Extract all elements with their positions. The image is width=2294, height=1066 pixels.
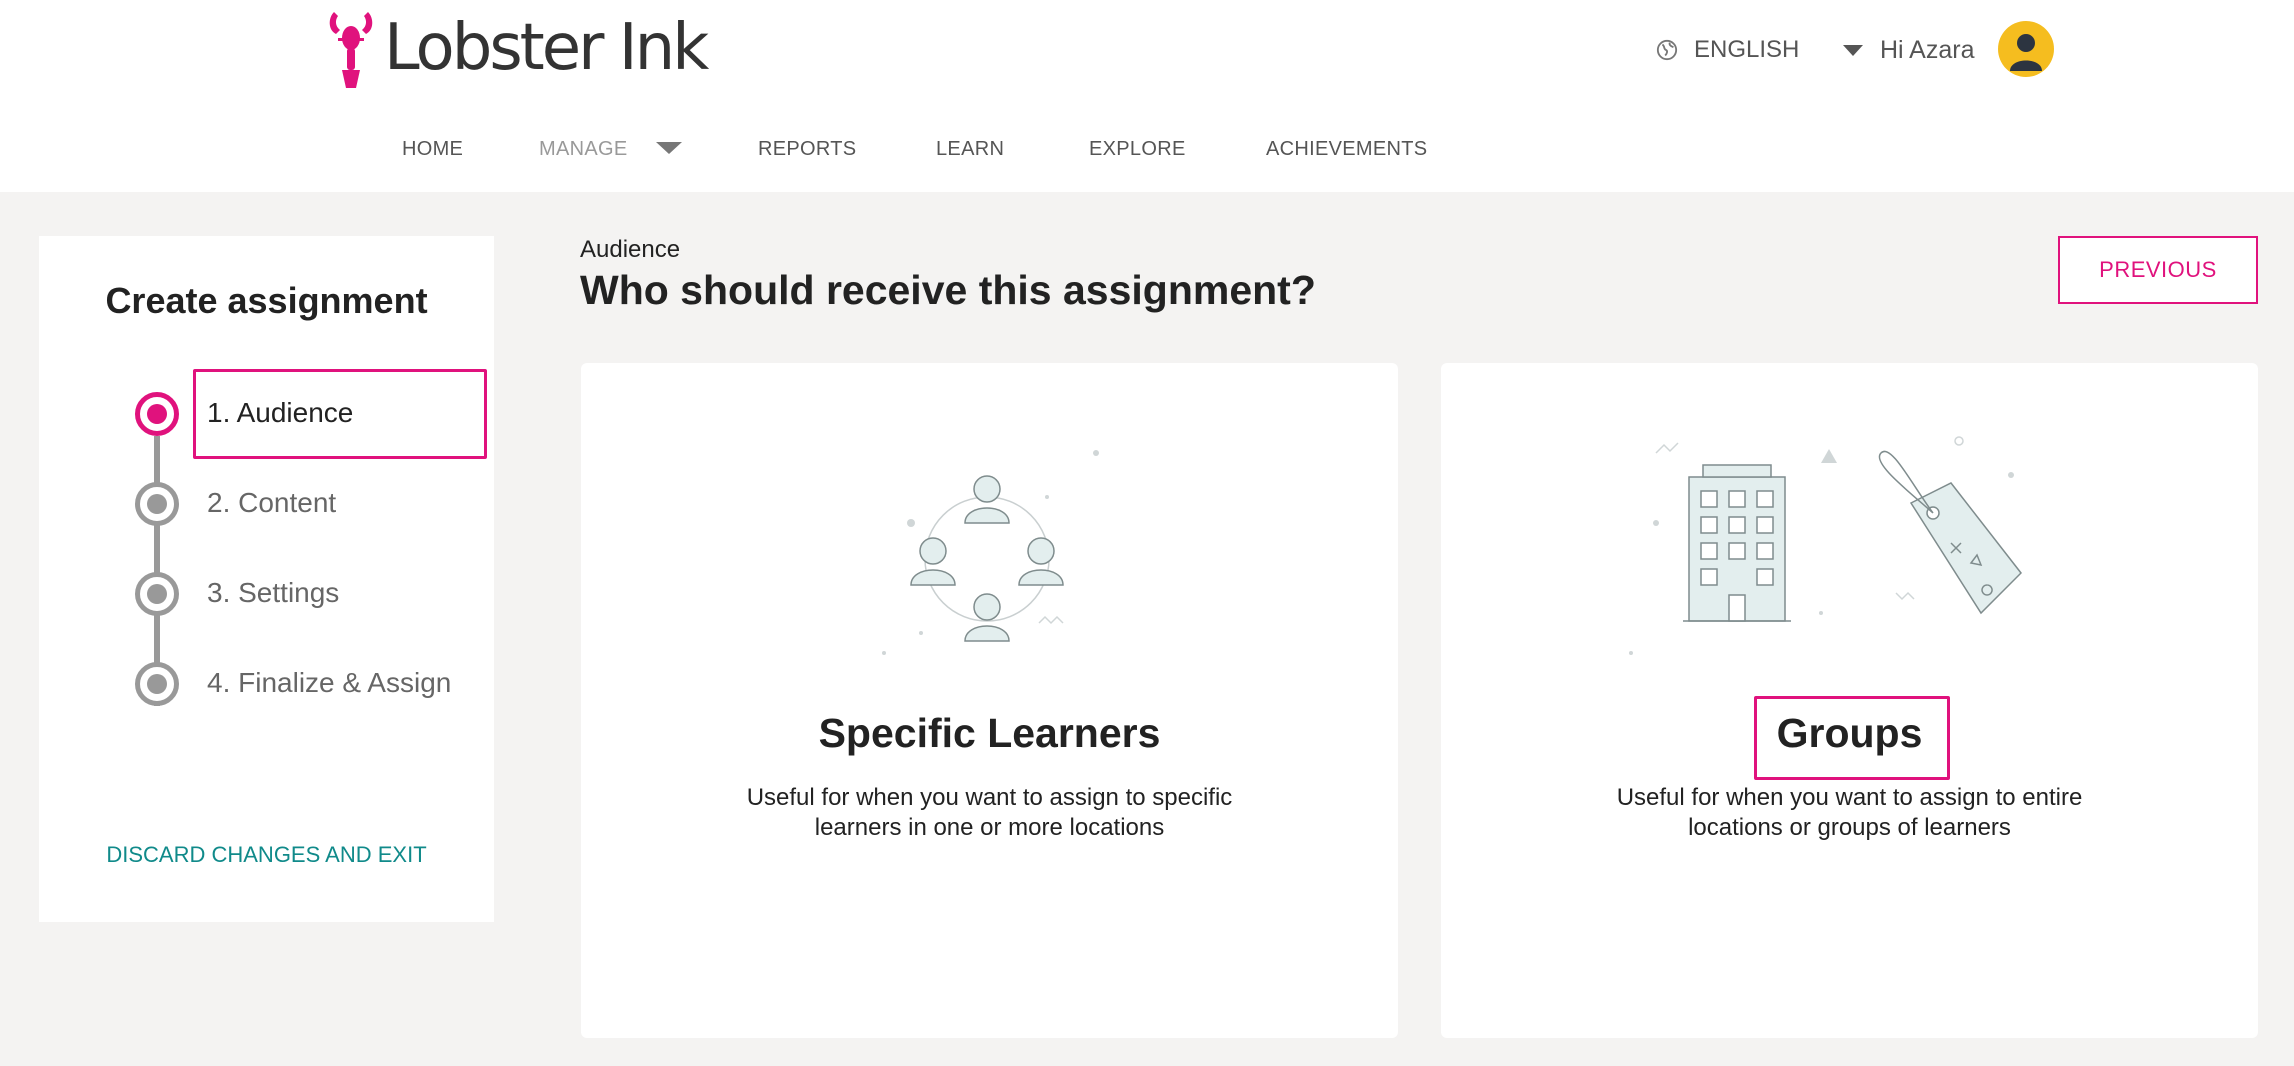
groups-card[interactable]: Groups Useful for when you want to assig…: [1441, 363, 2258, 1038]
building-and-tag-illustration: [1629, 436, 2022, 655]
top-bar: Lobster Ink ENGLISH Hi Azara HOME MANAGE…: [0, 0, 2294, 192]
section-eyebrow: Audience: [580, 236, 681, 263]
language-label: ENGLISH: [1694, 36, 1800, 63]
discard-changes-link[interactable]: DISCARD CHANGES AND EXIT: [39, 842, 494, 868]
sidebar-title: Create assignment: [105, 280, 428, 321]
specific-learners-card[interactable]: Specific Learners Useful for when you wa…: [581, 363, 1398, 1038]
card-description: Useful for when you want to assign to sp…: [746, 784, 1233, 841]
main-nav: HOME MANAGE REPORTS LEARN EXPLORE ACHIEV…: [0, 132, 2294, 172]
nav-manage[interactable]: MANAGE: [539, 138, 627, 161]
assignment-steps-panel: Create assignment 1. Audience 2. Content…: [39, 236, 494, 922]
nav-explore[interactable]: EXPLORE: [1089, 138, 1186, 161]
user-greeting[interactable]: Hi Azara: [1880, 30, 1974, 70]
nav-reports[interactable]: REPORTS: [758, 138, 856, 161]
step-marker-settings: [135, 572, 179, 616]
user-avatar-icon[interactable]: [1998, 21, 2054, 77]
card-title: Specific Learners: [818, 710, 1161, 756]
nav-home[interactable]: HOME: [402, 138, 463, 161]
logo[interactable]: Lobster Ink: [326, 8, 709, 88]
step-content[interactable]: 2. Content: [207, 487, 336, 519]
logo-text: Lobster Ink: [384, 11, 709, 85]
card-description: Useful for when you want to assign to en…: [1616, 784, 2083, 841]
learners-group-illustration: [882, 450, 1099, 655]
step-settings[interactable]: 3. Settings: [207, 577, 339, 609]
globe-icon: [1656, 39, 1678, 61]
step-finalize[interactable]: 4. Finalize & Assign: [207, 667, 451, 699]
manage-dropdown-icon[interactable]: [656, 142, 682, 154]
lobster-icon: [329, 12, 373, 88]
card-title: Groups: [1776, 710, 1923, 756]
caret-down-icon: [1843, 44, 1864, 56]
step-marker-finalize: [135, 662, 179, 706]
page-title: Who should receive this assignment?: [580, 267, 1316, 313]
nav-learn[interactable]: LEARN: [936, 138, 1004, 161]
step-audience[interactable]: 1. Audience: [207, 397, 353, 429]
previous-button[interactable]: PREVIOUS: [2058, 236, 2258, 304]
step-marker-content: [135, 482, 179, 526]
nav-achievements[interactable]: ACHIEVEMENTS: [1266, 138, 1427, 161]
step-marker-audience: [135, 392, 179, 436]
language-selector[interactable]: ENGLISH: [1656, 30, 1864, 70]
